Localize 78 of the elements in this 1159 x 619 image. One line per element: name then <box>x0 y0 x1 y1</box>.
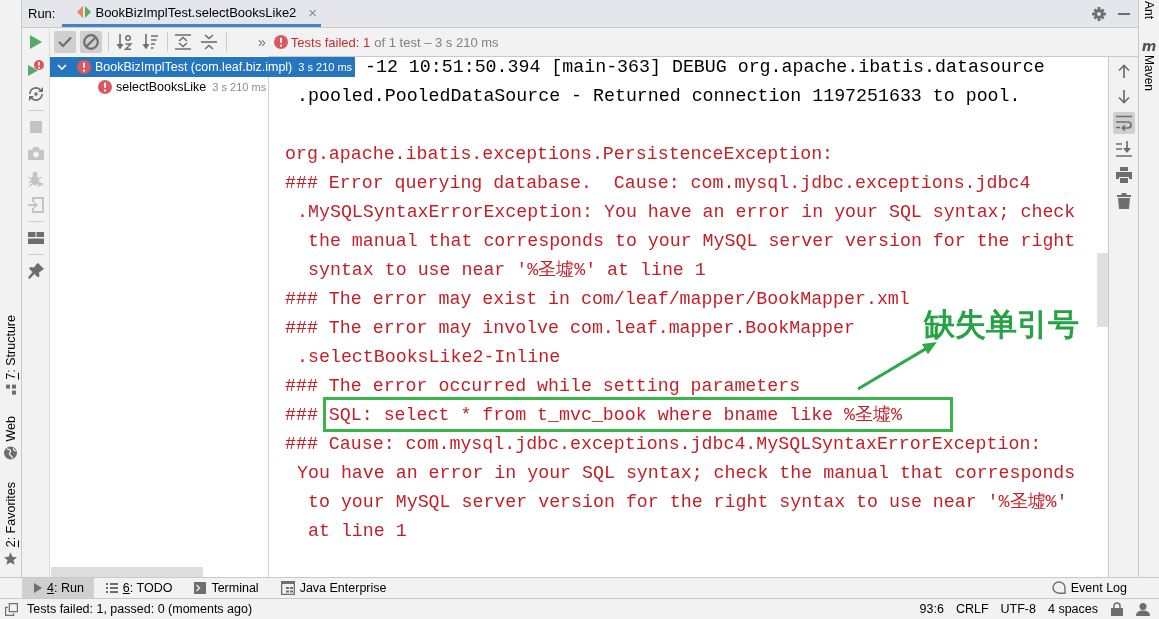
globe-icon <box>4 446 17 460</box>
annotation-text: 缺失单引号 <box>924 305 1079 342</box>
status-field[interactable]: CRLF <box>955 602 989 616</box>
list-icon <box>105 583 118 593</box>
collapse-all-icon[interactable] <box>201 34 217 50</box>
tool-window-tab[interactable]: Terminal <box>182 578 269 598</box>
tool-window-button[interactable]: 7: Structure <box>3 311 18 398</box>
checkmark-icon[interactable] <box>54 31 76 53</box>
tool-window-tab[interactable]: 6: TODO <box>93 578 183 598</box>
tool-window-button[interactable]: Ant <box>1142 1 1156 19</box>
play-error-icon[interactable] <box>27 60 44 76</box>
terminal-icon <box>194 582 207 594</box>
tests-failed-label: Tests failed: 1 <box>290 34 371 50</box>
scrollbar-thumb[interactable] <box>1097 253 1108 327</box>
speech-bubble-icon <box>1051 581 1066 595</box>
console-line: .selectBooksLike2-Inline <box>297 347 561 367</box>
console-line: to your MySQL server version for the right syntax to use near '%圣墟%' <box>308 492 1068 512</box>
status-field[interactable]: 4 spaces <box>1047 602 1098 616</box>
console-line: ### The error may exist in com/leaf/mapper/BookMapper.xml <box>285 289 910 309</box>
soft-wrap-icon[interactable] <box>1112 112 1135 134</box>
play-icon <box>34 583 42 593</box>
layout-icon[interactable] <box>27 232 44 244</box>
expand-all-icon[interactable] <box>175 34 191 50</box>
diamond-icon <box>77 5 92 19</box>
minimize-icon[interactable] <box>1118 12 1130 15</box>
padlock-icon[interactable] <box>1111 602 1123 616</box>
console-line: ### SQL: select * from t_mvc_book where bname like %圣墟% <box>285 405 902 425</box>
ban-icon[interactable] <box>80 31 102 53</box>
tab-title: BookBizImplTest.selectBooksLike2 <box>95 4 297 20</box>
scrollbar-thumb[interactable] <box>51 567 203 577</box>
console-line: .pooled.PooledDataSource - Returned connection 1197251633 to pool. <box>297 86 1021 106</box>
console-line: ### The error may involve com.leaf.mapper.BookMapper <box>285 318 855 338</box>
tool-window-tab[interactable]: 4: Run <box>22 578 94 598</box>
scroll-to-end-icon[interactable] <box>1115 141 1132 157</box>
console-line: the manual that corresponds to your MySQL server version for the right <box>308 231 1076 251</box>
tool-window-tab[interactable]: Event Log <box>1039 578 1137 598</box>
settings-icon[interactable] <box>1092 6 1106 21</box>
console-line: ### Cause: com.mysql.jdbc.exceptions.jdbc4.MySQLSyntaxErrorException: <box>285 434 1042 454</box>
arrow-down-icon[interactable] <box>1117 90 1130 104</box>
test-summary-text: of 1 test – 3 s 210 ms <box>374 34 499 50</box>
panel-title: Run: <box>28 6 56 21</box>
status-field[interactable]: 93:6 <box>919 602 944 616</box>
console-line: org.apache.ibatis.exceptions.PersistenceException: <box>285 144 834 164</box>
tool-window-tab[interactable]: Java Enterprise <box>268 578 397 598</box>
console-line: syntax to use near '%圣墟%' at line 1 <box>308 260 706 280</box>
play-icon[interactable] <box>29 35 42 49</box>
overflow-button[interactable]: » <box>258 34 266 50</box>
printer-icon[interactable] <box>1115 167 1132 183</box>
tool-window-button[interactable]: 2: Favorites <box>3 478 18 568</box>
cycle-arrows-icon[interactable] <box>27 86 44 102</box>
test-name: selectBooksLike <box>116 80 207 94</box>
star-icon <box>4 552 17 565</box>
console-line: You have an error in your SQL syntax; check the manual that corresponds <box>297 463 1076 483</box>
window-grid-icon <box>280 581 295 595</box>
console-line: at line 1 <box>308 521 407 541</box>
console-line: -12 10:51:50.394 [main-363] DEBUG org.apache.ibatis.datasource <box>365 57 1045 77</box>
trash-icon[interactable] <box>1116 193 1131 209</box>
tool-window-button[interactable]: Maven <box>1142 55 1156 92</box>
console-line: ### The error occurred while setting parameters <box>285 376 801 396</box>
sort-lines-icon[interactable] <box>142 34 158 50</box>
arrow-up-icon[interactable] <box>1117 64 1130 78</box>
person-icon[interactable] <box>1136 602 1150 616</box>
sort-icon[interactable] <box>116 34 132 50</box>
tree-row[interactable]: selectBooksLike 3 s 210 ms <box>50 77 270 97</box>
console-line: .MySQLSyntaxErrorException: You have an error in your SQL syntax; check <box>297 202 1076 222</box>
squares-icon <box>5 384 16 395</box>
test-name: BookBizImplTest (com.leaf.biz.impl) <box>95 60 293 74</box>
chevron-down-icon[interactable] <box>57 64 67 70</box>
letter-m-icon: m <box>1141 39 1157 53</box>
status-field[interactable]: UTF-8 <box>1000 602 1036 616</box>
pin-icon[interactable] <box>27 263 44 279</box>
tool-window-button[interactable]: Web <box>3 413 18 463</box>
test-duration: 3 s 210 ms <box>298 61 353 73</box>
window-stack-icon <box>5 602 18 616</box>
test-duration: 3 s 210 ms <box>212 81 267 93</box>
console-line: ### Error querying database. Cause: com.mysql.jdbc.exceptions.jdbc4 <box>285 173 1031 193</box>
tree-row[interactable]: BookBizImplTest (com.leaf.biz.impl) 3 s 210 ms <box>50 57 356 77</box>
status-message: Tests failed: 1, passed: 0 (moments ago) <box>27 602 253 616</box>
